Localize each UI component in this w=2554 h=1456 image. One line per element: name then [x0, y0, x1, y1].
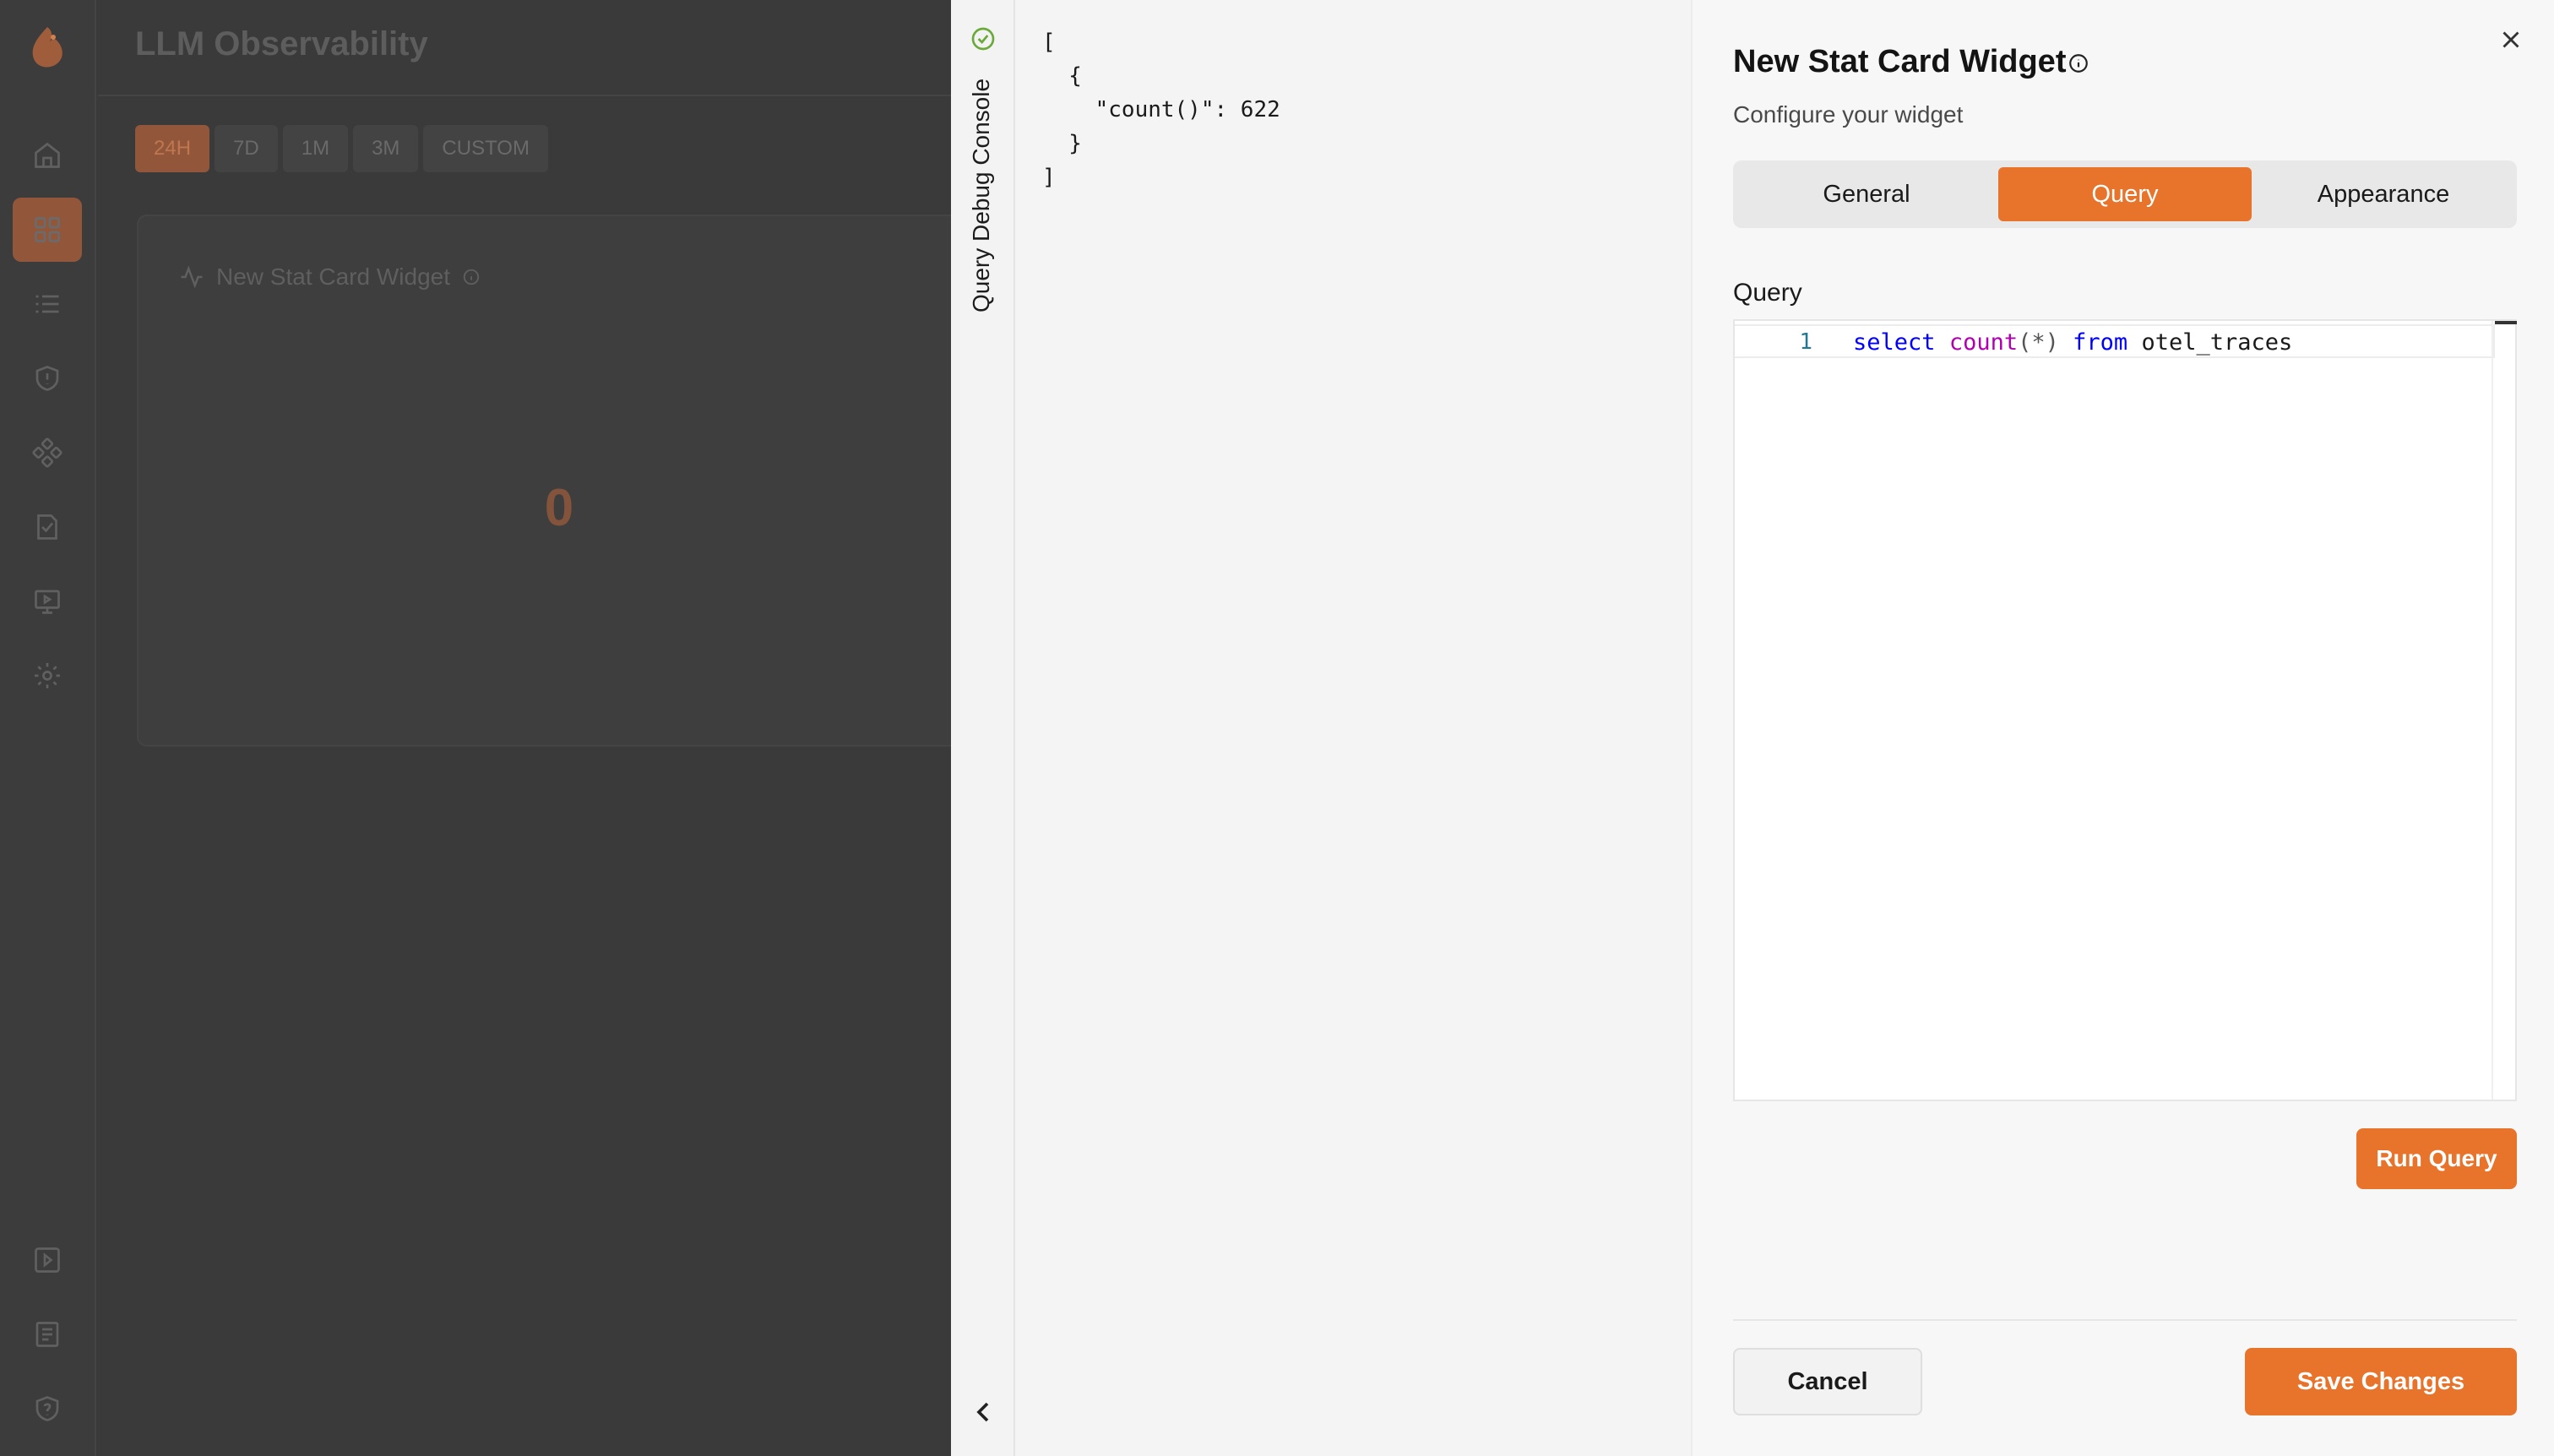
tab-query[interactable]: Query	[1998, 167, 2252, 221]
keyword-from: from	[2073, 329, 2128, 356]
query-editor[interactable]: 1 select count(*) from otel_traces	[1733, 319, 2517, 1101]
check-circle-icon	[971, 27, 995, 51]
info-icon[interactable]	[2068, 52, 2089, 74]
panel-subtitle: Configure your widget	[1733, 101, 1964, 128]
footer-divider	[1733, 1319, 2517, 1321]
editor-scrollbar[interactable]	[2492, 321, 2517, 1100]
chevron-left-icon[interactable]	[966, 1395, 1000, 1429]
tab-appearance[interactable]: Appearance	[2257, 167, 2510, 221]
line-number: 1	[1799, 329, 1812, 355]
config-tabs: General Query Appearance	[1733, 160, 2517, 228]
save-changes-button[interactable]: Save Changes	[2245, 1348, 2517, 1415]
query-code[interactable]: select count(*) from otel_traces	[1853, 329, 2292, 356]
debug-console-label: Query Debug Console	[968, 78, 994, 312]
query-result-json: [ { "count()": 622 } ]	[1042, 30, 1280, 190]
cancel-button[interactable]: Cancel	[1733, 1348, 1922, 1415]
table-name: otel_traces	[2141, 329, 2293, 356]
tab-general[interactable]: General	[1740, 167, 1993, 221]
function-count: count	[1948, 329, 2019, 356]
debug-console-strip: Query Debug Console	[951, 0, 1015, 1456]
keyword-select: select	[1853, 329, 1936, 356]
modal-overlay[interactable]	[0, 0, 951, 1456]
panel-title: New Stat Card Widget	[1733, 44, 2067, 79]
function-args: (*)	[2018, 329, 2059, 356]
close-icon[interactable]	[2497, 25, 2525, 54]
scrollbar-thumb[interactable]	[2495, 321, 2517, 324]
widget-config-panel: New Stat Card Widget Configure your widg…	[1691, 0, 2554, 1456]
debug-console-output: [ { "count()": 622 } ]	[1015, 0, 1691, 1456]
run-query-button[interactable]: Run Query	[2356, 1128, 2517, 1189]
query-label: Query	[1733, 279, 1802, 307]
